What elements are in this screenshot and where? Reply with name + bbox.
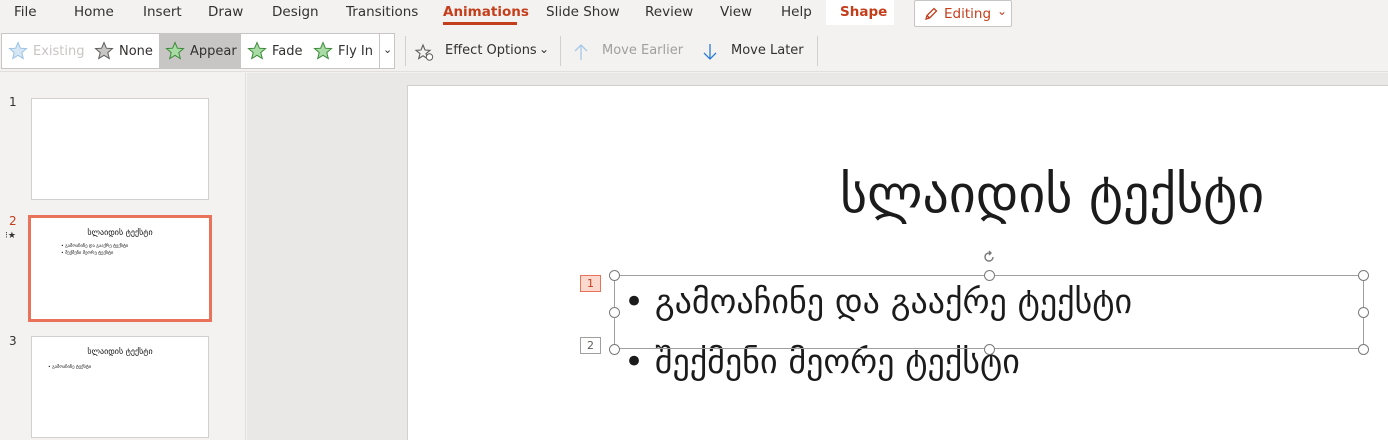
shape-tab-label: Shape xyxy=(840,4,888,20)
move-earlier-label: Move Earlier xyxy=(602,43,684,58)
arrow-up-icon xyxy=(574,44,588,60)
slide-thumbnail-1[interactable] xyxy=(31,98,209,200)
resize-handle[interactable] xyxy=(1358,307,1369,318)
move-earlier-button[interactable]: Move Earlier xyxy=(572,33,684,69)
menu-review[interactable]: Review xyxy=(645,4,693,20)
resize-handle[interactable] xyxy=(984,270,995,281)
menu-transitions[interactable]: Transitions xyxy=(346,4,418,20)
thumbnail-bullet: • შექმენი მეორე ტექსტი xyxy=(61,251,114,256)
menu-draw[interactable]: Draw xyxy=(208,4,243,20)
slide-number: 1 xyxy=(9,95,17,109)
menu-shape[interactable]: Shape xyxy=(826,0,894,25)
appear-label: Appear xyxy=(190,44,237,59)
thumbnail-title: სლაიდის ტექსტი xyxy=(87,228,153,237)
menu-bar: File Home Insert Draw Design Transitions… xyxy=(0,0,1388,28)
menu-file[interactable]: File xyxy=(14,4,37,20)
menu-animations[interactable]: Animations xyxy=(443,4,529,20)
thumbnail-bullet: • გამოაჩინე და გააქრე ტექსტი xyxy=(61,244,129,249)
ribbon: Existing None Appear Fade Fly In ⌄ Effec… xyxy=(0,30,1388,72)
fly-in-label: Fly In xyxy=(338,44,373,59)
ribbon-divider xyxy=(560,36,561,66)
effect-options-button[interactable]: Effect Options ⌄ xyxy=(414,33,554,69)
menu-help[interactable]: Help xyxy=(781,4,812,20)
menu-design[interactable]: Design xyxy=(272,4,319,20)
editing-mode-button[interactable]: Editing ⌄ xyxy=(914,0,1012,27)
animation-fade[interactable]: Fade xyxy=(241,34,307,68)
star-none-icon xyxy=(94,41,114,60)
resize-handle[interactable] xyxy=(609,344,620,355)
gallery-expand-button[interactable]: ⌄ xyxy=(379,34,395,68)
chevron-down-icon: ⌄ xyxy=(997,4,1008,18)
chevron-down-icon: ⌄ xyxy=(539,42,550,56)
active-tab-underline xyxy=(443,22,517,25)
menu-insert[interactable]: Insert xyxy=(143,4,182,20)
none-label: None xyxy=(119,44,153,59)
star-fly-in-icon xyxy=(313,41,333,60)
pencil-icon xyxy=(925,7,938,20)
arrow-down-icon xyxy=(703,44,717,60)
menu-home[interactable]: Home xyxy=(74,4,114,20)
move-later-button[interactable]: Move Later xyxy=(701,33,805,69)
animation-fly-in[interactable]: Fly In xyxy=(307,34,379,68)
effect-options-icon xyxy=(414,43,434,61)
star-fade-icon xyxy=(247,41,267,60)
animation-existing[interactable]: Existing xyxy=(2,34,88,68)
slide-number: 3 xyxy=(9,334,17,348)
animation-indicator-icon: ⁝★ xyxy=(5,231,16,241)
existing-label: Existing xyxy=(33,44,85,59)
menu-slide-show[interactable]: Slide Show xyxy=(546,4,620,20)
slide[interactable]: სლაიდის ტექსტი 1 2 • გამოაჩინე და გააქრე… xyxy=(407,85,1388,440)
slide-editor-canvas: სლაიდის ტექსტი 1 2 • გამოაჩინე და გააქრე… xyxy=(247,73,1388,440)
slide-thumbnail-pane: 1 2 ⁝★ სლაიდის ტექსტი • გამოაჩინე და გაა… xyxy=(0,73,246,440)
ribbon-divider xyxy=(817,36,818,66)
resize-handle[interactable] xyxy=(1358,344,1369,355)
animation-gallery: Existing None Appear Fade Fly In ⌄ xyxy=(1,33,395,69)
ribbon-divider xyxy=(405,36,406,66)
resize-handle[interactable] xyxy=(609,270,620,281)
animation-none[interactable]: None xyxy=(88,34,159,68)
rotate-handle-icon[interactable] xyxy=(981,249,997,265)
resize-handle[interactable] xyxy=(1358,270,1369,281)
animation-appear[interactable]: Appear xyxy=(159,34,241,68)
animation-order-tag[interactable]: 2 xyxy=(580,337,601,354)
editing-label: Editing xyxy=(944,6,992,22)
star-existing-icon xyxy=(8,41,28,60)
resize-handle[interactable] xyxy=(984,344,995,355)
text-box-selection[interactable] xyxy=(614,275,1364,349)
slide-number: 2 xyxy=(9,214,17,228)
animation-order-tag[interactable]: 1 xyxy=(580,275,601,292)
slide-thumbnail-3[interactable]: სლაიდის ტექსტი • გამოაჩინე ტექსტი xyxy=(31,336,209,438)
star-appear-icon xyxy=(165,41,185,60)
move-later-label: Move Later xyxy=(731,43,804,58)
menu-view[interactable]: View xyxy=(720,4,752,20)
resize-handle[interactable] xyxy=(609,307,620,318)
thumbnail-bullet: • გამოაჩინე ტექსტი xyxy=(48,365,92,370)
slide-thumbnail-2[interactable]: სლაიდის ტექსტი • გამოაჩინე და გააქრე ტექ… xyxy=(28,215,212,322)
chevron-down-icon: ⌄ xyxy=(383,43,393,56)
thumbnail-title: სლაიდის ტექსტი xyxy=(87,347,153,356)
slide-title[interactable]: სლაიდის ტექსტი xyxy=(840,165,1264,225)
effect-options-label: Effect Options xyxy=(445,43,537,58)
fade-label: Fade xyxy=(272,44,303,59)
